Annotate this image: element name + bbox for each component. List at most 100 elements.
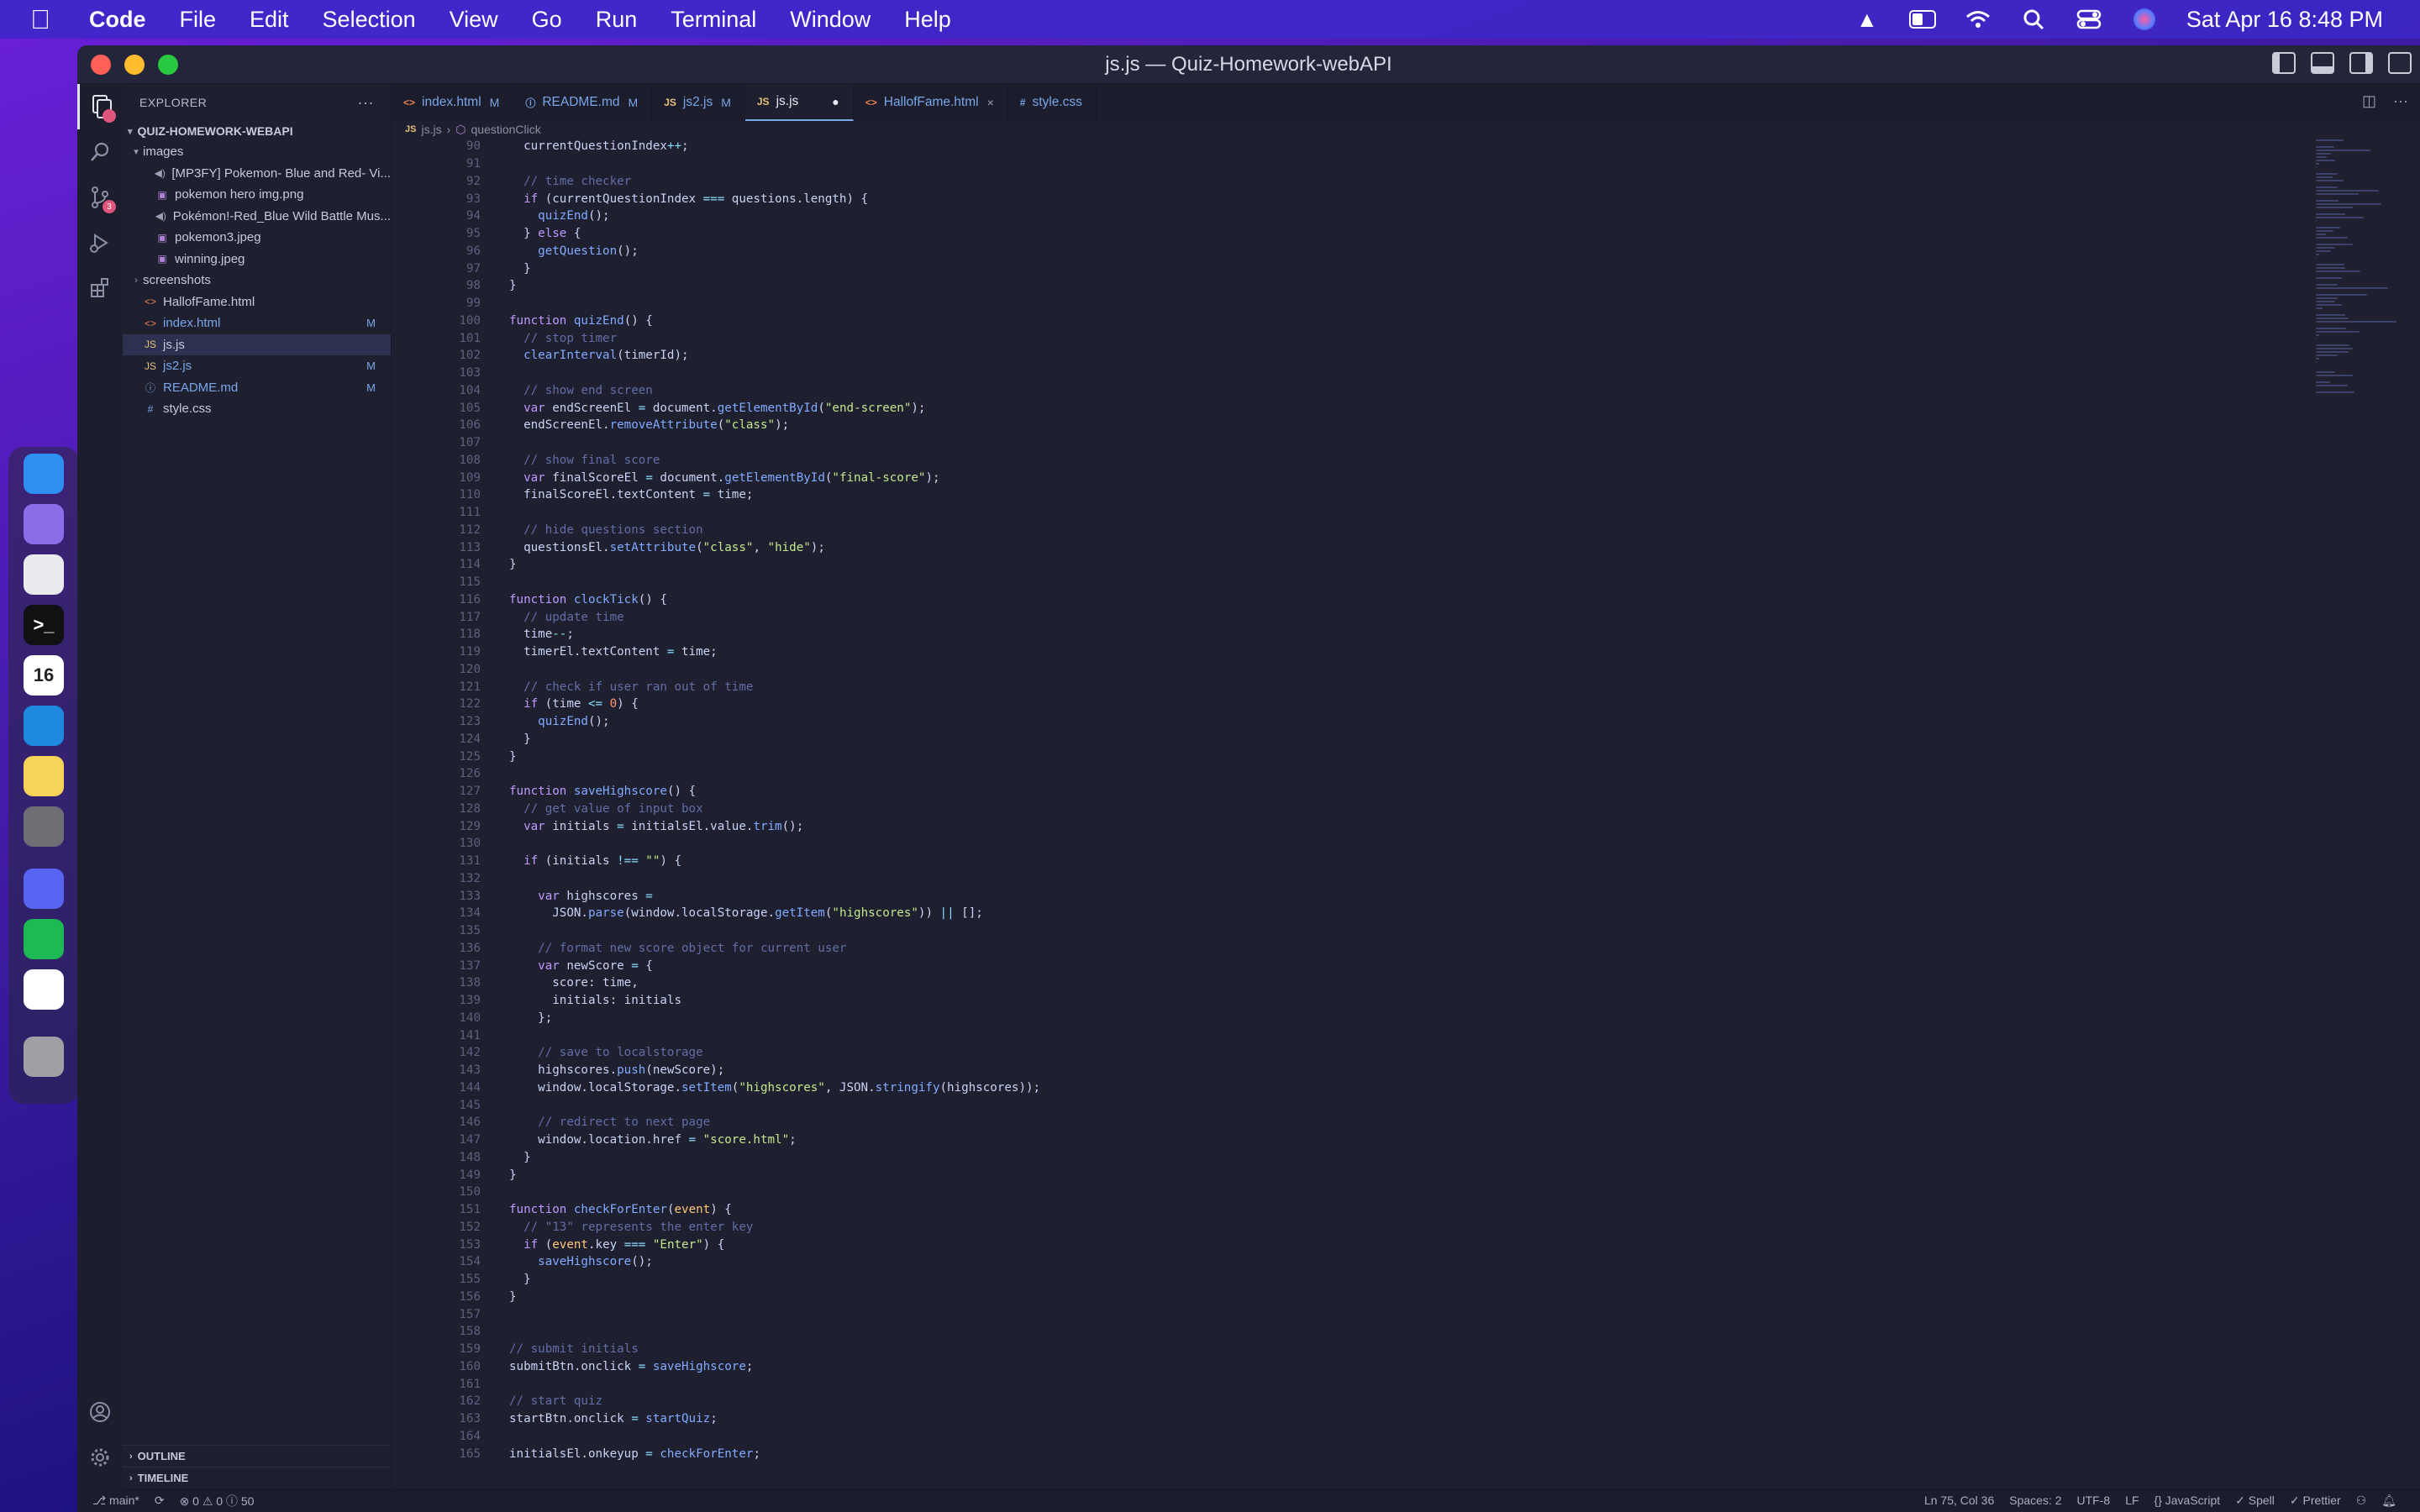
- more-actions-icon[interactable]: ···: [358, 94, 374, 112]
- code-token: initialsEl.onkeyup: [509, 1446, 646, 1461]
- language-mode[interactable]: {} JavaScript: [2154, 1494, 2221, 1508]
- accounts-icon[interactable]: [77, 1389, 123, 1435]
- tree-file[interactable]: ▣ pokemon hero img.png: [123, 184, 391, 206]
- tree-file[interactable]: ◀) [MP3FY] Pokemon- Blue and Red- Vi...: [123, 163, 391, 185]
- launchpad-icon[interactable]: [24, 504, 64, 544]
- google-drive-icon[interactable]: ▲: [1854, 7, 1881, 32]
- code-token: "class": [724, 418, 776, 433]
- trash-icon[interactable]: [24, 1037, 64, 1077]
- discord-icon[interactable]: [24, 869, 64, 909]
- apple-logo-icon[interactable]: : [30, 4, 64, 35]
- minimap[interactable]: [2311, 138, 2420, 1488]
- menu-selection[interactable]: Selection: [323, 7, 416, 33]
- more-actions-icon[interactable]: ···: [2393, 92, 2408, 110]
- workspace-folder[interactable]: ▾ QUIZ-HOMEWORK-WEBAPI: [123, 121, 391, 141]
- minimap-line: [2316, 190, 2380, 192]
- system-preferences-icon[interactable]: [24, 806, 64, 847]
- tab-halloffame-html[interactable]: <> HallofFame.html ×: [854, 84, 1008, 121]
- problems-status[interactable]: ⊗ 0 ⚠ 0 ⓘ 50: [180, 1493, 255, 1509]
- finder-icon[interactable]: [24, 454, 64, 494]
- tree-file[interactable]: ◀) Pokémon!-Red_Blue Wild Battle Mus...: [123, 206, 391, 228]
- chrome-icon[interactable]: [24, 554, 64, 595]
- tab-style-css[interactable]: # style.css: [1008, 84, 1097, 121]
- vscode-icon[interactable]: [24, 706, 64, 746]
- breadcrumb-file[interactable]: js.js: [421, 123, 441, 136]
- end-of-line[interactable]: LF: [2125, 1494, 2139, 1508]
- search-icon[interactable]: [77, 129, 123, 175]
- notifications-bell-icon[interactable]: 🔔︎: [2381, 1494, 2396, 1508]
- menu-bar-clock[interactable]: Sat Apr 16 8:48 PM: [2186, 7, 2383, 33]
- calendar-icon[interactable]: 16: [24, 655, 64, 696]
- menu-app-name[interactable]: Code: [89, 7, 146, 33]
- menu-view[interactable]: View: [450, 7, 498, 33]
- menu-edit[interactable]: Edit: [250, 7, 289, 33]
- battery-icon[interactable]: [1908, 7, 1936, 32]
- layout-controls: [2272, 52, 2412, 74]
- control-center-icon[interactable]: [2075, 7, 2102, 32]
- close-tab-icon[interactable]: ×: [987, 96, 994, 109]
- spotlight-search-icon[interactable]: [2020, 7, 2047, 32]
- accounts-status-icon[interactable]: ⚇: [2356, 1494, 2367, 1508]
- spotify-icon[interactable]: [24, 919, 64, 959]
- line-number: 90: [466, 139, 481, 154]
- code-token: if: [509, 1237, 539, 1252]
- spell-status[interactable]: ✓ Spell: [2235, 1494, 2275, 1508]
- prettier-status[interactable]: ✓ Prettier: [2290, 1494, 2341, 1508]
- menu-terminal[interactable]: Terminal: [671, 7, 756, 33]
- code-token: getElementById: [724, 470, 825, 485]
- split-editor-icon[interactable]: ◫: [2362, 92, 2376, 110]
- toggle-primary-sidebar-icon[interactable]: [2272, 52, 2296, 74]
- notes-icon[interactable]: [24, 756, 64, 796]
- wifi-icon[interactable]: [1965, 7, 1991, 32]
- timeline-section[interactable]: › TIMELINE: [123, 1467, 391, 1488]
- tab-index-html[interactable]: <> index.html M: [392, 84, 514, 121]
- tree-folder[interactable]: › screenshots: [123, 270, 391, 291]
- code-line: 127 function saveHighscore() {: [392, 783, 2311, 801]
- toggle-secondary-sidebar-icon[interactable]: [2349, 52, 2373, 74]
- tab-js2-js[interactable]: JS js2.js M: [652, 84, 745, 121]
- tree-file[interactable]: ▣ winning.jpeg: [123, 249, 391, 270]
- menu-go[interactable]: Go: [532, 7, 562, 33]
- tree-folder[interactable]: ▾ images: [123, 141, 391, 163]
- sync-icon[interactable]: ⟳: [155, 1494, 165, 1508]
- encoding[interactable]: UTF-8: [2077, 1494, 2111, 1508]
- code-text: startBtn.onclick = startQuiz;: [509, 1412, 718, 1425]
- tree-file[interactable]: ▣ pokemon3.jpeg: [123, 227, 391, 249]
- code-line: 90 currentQuestionIndex++;: [392, 138, 2311, 155]
- siri-icon[interactable]: [2131, 7, 2158, 32]
- tree-file[interactable]: JS js.js: [123, 333, 391, 355]
- customize-layout-icon[interactable]: [2388, 52, 2412, 74]
- tab-js-js[interactable]: JS js.js ●: [744, 84, 854, 121]
- indentation[interactable]: Spaces: 2: [2009, 1494, 2061, 1508]
- code-token: function: [509, 785, 567, 799]
- menu-window[interactable]: Window: [790, 7, 871, 33]
- tab-readme-md[interactable]: ⓘ README.md M: [513, 84, 653, 121]
- toggle-panel-icon[interactable]: [2311, 52, 2334, 74]
- tree-file[interactable]: <> HallofFame.html: [123, 291, 391, 313]
- extensions-icon[interactable]: [77, 265, 123, 311]
- code-text: var initials = initialsEl.value.trim();: [509, 820, 803, 833]
- code-line: 104 // show end screen: [392, 382, 2311, 400]
- tree-file[interactable]: # style.css: [123, 398, 391, 420]
- unsaved-changes-icon[interactable]: ●: [832, 95, 839, 108]
- tree-file[interactable]: ⓘ README.md M: [123, 377, 391, 399]
- menu-file[interactable]: File: [180, 7, 217, 33]
- terminal-icon[interactable]: >_: [24, 605, 64, 645]
- breadcrumb-symbol[interactable]: questionClick: [471, 123, 541, 136]
- slack-icon[interactable]: [24, 969, 64, 1010]
- minimap-line: [2316, 391, 2354, 393]
- manage-gear-icon[interactable]: [77, 1435, 123, 1480]
- tree-file[interactable]: <> index.html M: [123, 312, 391, 334]
- source-control-icon[interactable]: 3: [77, 175, 123, 220]
- outline-section[interactable]: › OUTLINE: [123, 1445, 391, 1467]
- cursor-position[interactable]: Ln 75, Col 36: [1924, 1494, 1994, 1508]
- tree-file[interactable]: JS js2.js M: [123, 355, 391, 377]
- branch-status[interactable]: ⎇ main*: [92, 1494, 139, 1508]
- line-number: 92: [466, 174, 481, 188]
- explorer-icon[interactable]: [77, 84, 123, 129]
- code-editor[interactable]: 90 currentQuestionIndex++; 91 92 // time c…: [392, 138, 2311, 1488]
- run-and-debug-icon[interactable]: [77, 220, 123, 265]
- line-number: 102: [459, 349, 481, 363]
- menu-help[interactable]: Help: [904, 7, 951, 33]
- menu-run[interactable]: Run: [596, 7, 638, 33]
